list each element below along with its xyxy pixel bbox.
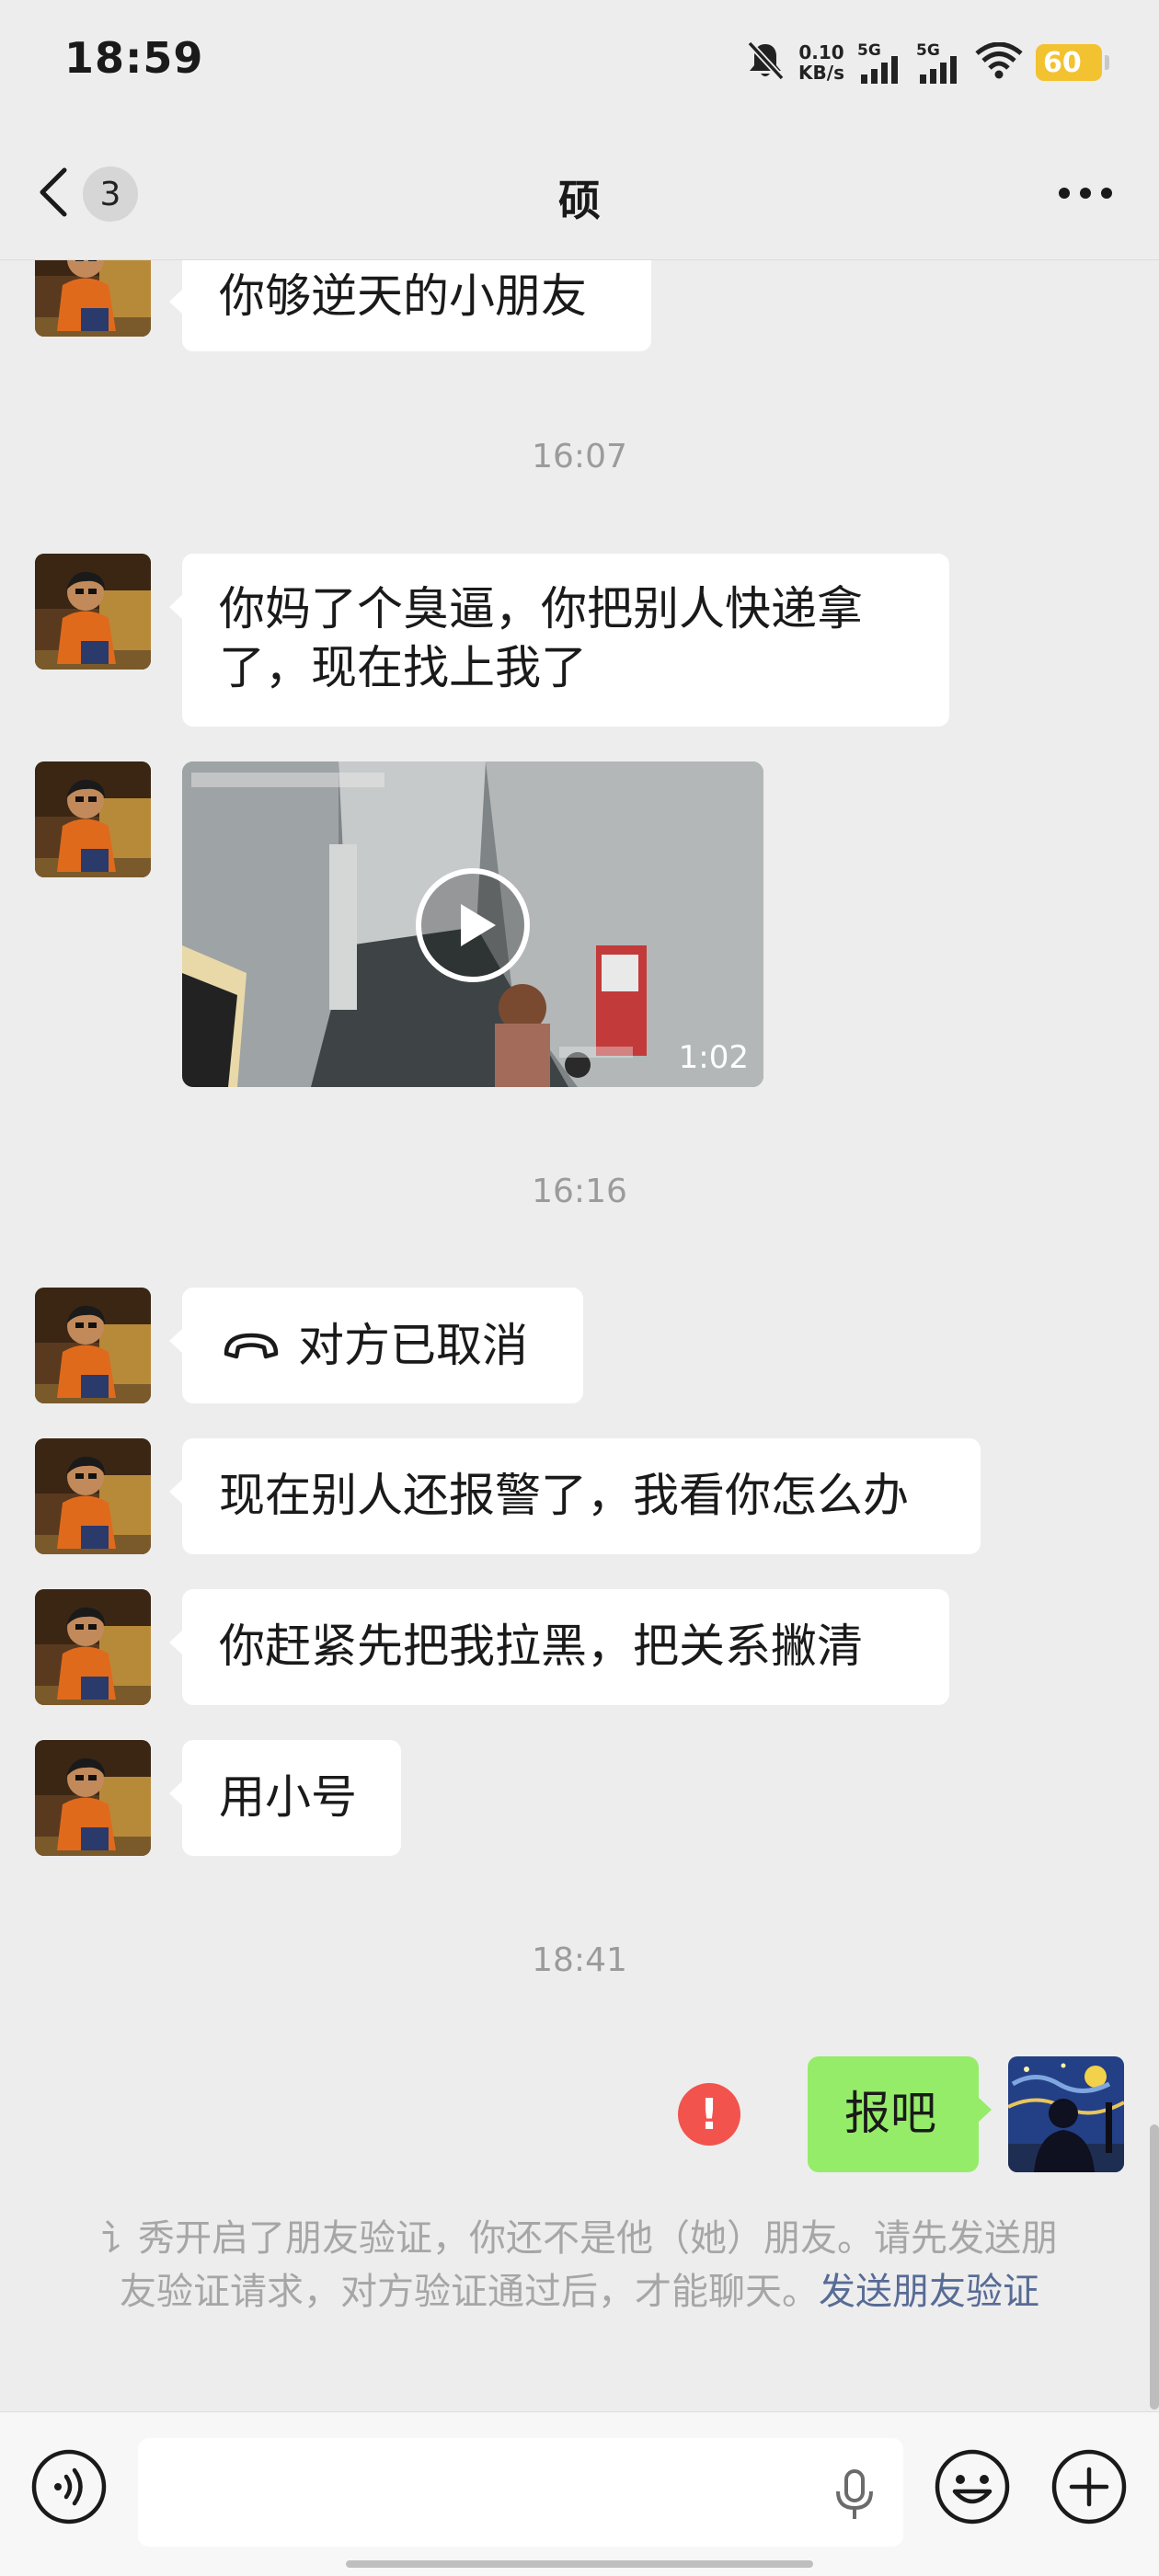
avatar[interactable] — [35, 554, 151, 670]
message-bubble[interactable]: 你够逆天的小朋友 — [169, 260, 651, 351]
my-avatar[interactable] — [1008, 2056, 1124, 2172]
chat-scrollbar[interactable] — [1150, 2124, 1159, 2410]
voice-mode-button[interactable] — [29, 2449, 109, 2528]
net-speed-unit: KB/s — [798, 62, 844, 84]
more-dots-icon — [1058, 186, 1113, 203]
video-duration: 1:02 — [678, 1039, 749, 1076]
video-message[interactable]: 1:02 — [182, 761, 763, 1087]
avatar[interactable] — [35, 1589, 151, 1705]
timestamp: 18:41 — [532, 1941, 627, 1979]
wifi-icon — [975, 41, 1023, 83]
voice-mode-icon — [29, 2447, 109, 2530]
send-verification-link[interactable]: 发送朋友验证 — [819, 2271, 1039, 2313]
avatar[interactable] — [35, 761, 151, 877]
timestamp: 16:16 — [532, 1173, 627, 1210]
net-speed-value: 0.10 — [798, 41, 844, 63]
call-record-bubble[interactable]: 对方已取消 — [169, 1288, 583, 1403]
emoji-icon — [933, 2447, 1012, 2530]
send-failed-icon[interactable]: ! — [678, 2083, 740, 2146]
avatar[interactable] — [35, 1288, 151, 1403]
status-icons: 0.10 KB/s 5G 5G 60 — [745, 37, 1109, 88]
message-input[interactable] — [138, 2438, 903, 2547]
friend-verification-notice: 讠秀开启了朋友验证，你还不是他（她）朋友。请先发送朋友验证请求，对方验证通过后，… — [87, 2212, 1072, 2318]
chat-area[interactable]: 你够逆天的小朋友 16:07 你妈了个臭逼，你把别人快递拿了，现在找上我了 1:… — [0, 260, 1159, 2410]
message-bubble[interactable]: 用小号 — [169, 1740, 401, 1856]
home-indicator[interactable] — [346, 2560, 813, 2568]
input-bar — [0, 2411, 1159, 2576]
chat-header: 3 硕 — [0, 129, 1159, 260]
status-time: 18:59 — [64, 33, 204, 83]
page-title: 硕 — [558, 176, 601, 225]
avatar[interactable] — [35, 1740, 151, 1856]
battery-icon: 60 — [1036, 44, 1109, 81]
avatar[interactable] — [35, 260, 151, 337]
message-bubble[interactable]: 现在别人还报警了，我看你怎么办 — [169, 1438, 981, 1554]
more-functions-button[interactable] — [1050, 2449, 1129, 2528]
plus-icon — [1050, 2447, 1129, 2530]
play-icon[interactable] — [413, 865, 533, 989]
more-button[interactable] — [1049, 171, 1122, 217]
call-status-label: 对方已取消 — [298, 1319, 528, 1372]
timestamp: 16:07 — [532, 438, 627, 475]
avatar[interactable] — [35, 1438, 151, 1554]
phone-hangup-icon — [223, 1330, 280, 1361]
signal-icon: 5G — [916, 41, 962, 84]
signal-icon: 5G — [857, 41, 903, 84]
net-speed: 0.10 KB/s — [798, 42, 844, 83]
message-bubble[interactable]: 你妈了个臭逼，你把别人快递拿了，现在找上我了 — [169, 554, 949, 727]
microphone-icon[interactable] — [833, 2469, 876, 2524]
message-bubble[interactable]: 你赶紧先把我拉黑，把关系撇清 — [169, 1589, 949, 1705]
bell-muted-icon — [745, 40, 786, 86]
my-message-bubble[interactable]: 报吧 — [808, 2056, 992, 2172]
emoji-button[interactable] — [933, 2449, 1012, 2528]
status-bar: 18:59 0.10 KB/s 5G 5G 60 — [0, 0, 1159, 124]
battery-level: 60 — [1043, 46, 1082, 79]
